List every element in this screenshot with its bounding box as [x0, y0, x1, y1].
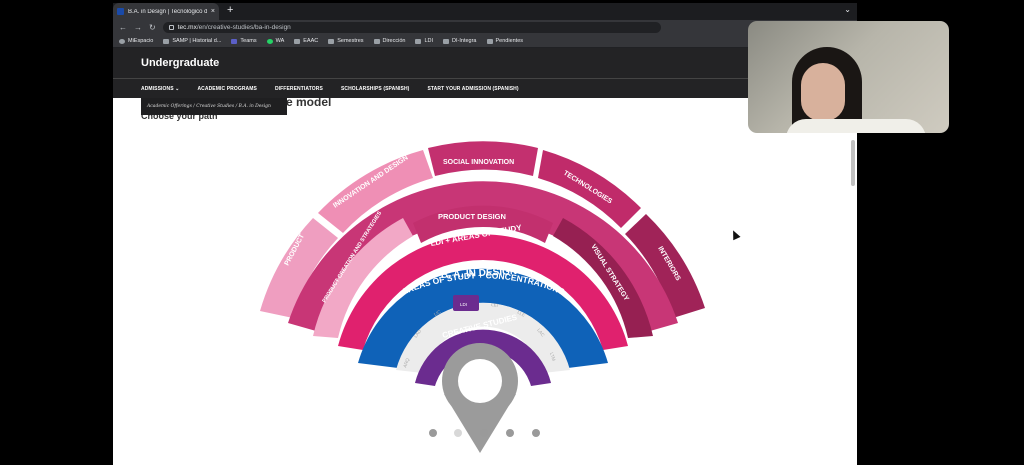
tec-favicon-icon: [117, 8, 124, 15]
teams-icon: [231, 38, 238, 44]
tab-title: B.A. in Design | Tecnológico de: [128, 8, 207, 15]
bookmark-ldi[interactable]: LDI: [415, 38, 433, 44]
reload-icon[interactable]: ↻: [149, 23, 156, 32]
screen: B.A. in Design | Tecnológico de × + ⌄ ← …: [0, 0, 1024, 465]
page-content: e model Choose your path PRODUCT INNOVAT…: [113, 98, 857, 465]
folder-icon: [443, 38, 450, 44]
carousel-dot-4[interactable]: [506, 429, 514, 437]
forward-icon[interactable]: →: [134, 23, 142, 32]
bookmark-samp[interactable]: SAMP | Historial d...: [163, 38, 221, 44]
carousel-dot-3[interactable]: [480, 429, 488, 437]
nav-admissions-label: ADMISSIONS: [141, 85, 174, 92]
bookmark-miespacio[interactable]: MiEspacio: [119, 38, 153, 44]
bookmark-label: DI-Integra: [452, 38, 477, 44]
bookmark-label: Pendientes: [495, 38, 524, 44]
carousel-dot-5[interactable]: [532, 429, 540, 437]
bookmark-label: Semestres: [337, 38, 364, 44]
folder-icon: [373, 38, 380, 44]
folder-icon: [294, 38, 301, 44]
bookmark-eaac[interactable]: EAAC: [294, 38, 318, 44]
browser-tab[interactable]: B.A. in Design | Tecnológico de ×: [113, 3, 219, 20]
bookmark-pendientes[interactable]: Pendientes: [486, 38, 524, 44]
bookmark-semestres[interactable]: Semestres: [328, 38, 364, 44]
bookmark-label: MiEspacio: [128, 38, 154, 44]
browser-toolbar: ← → ↻ tec.mx/en/creative-studies/ba-in-d…: [113, 20, 857, 35]
bookmark-teams[interactable]: Teams: [231, 38, 257, 44]
lock-icon: [168, 25, 174, 30]
breadcrumb-text: Academic Offerings / Creative Studies / …: [147, 104, 271, 109]
page-scrollbar[interactable]: [851, 140, 855, 186]
miespacio-icon: [119, 38, 125, 44]
carousel-dot-1[interactable]: [429, 429, 437, 437]
product-design-label: PRODUCT DESIGN: [438, 212, 506, 221]
nav-admissions[interactable]: ADMISSIONS ⌄: [141, 86, 179, 92]
chevron-down-icon: ⌄: [175, 85, 180, 92]
bookmark-label: WA: [275, 38, 285, 44]
webcam-person-shirt: [786, 119, 926, 133]
breadcrumb[interactable]: Academic Offerings / Creative Studies / …: [141, 98, 287, 115]
bookmark-label: Teams: [240, 38, 257, 44]
new-tab-icon[interactable]: +: [227, 4, 233, 16]
location-pin-icon: [442, 343, 518, 453]
bookmark-label: LDI: [424, 38, 434, 44]
url-path: /en/creative-studies/ba-in-design: [196, 24, 291, 31]
folder-icon: [328, 38, 335, 44]
site-title[interactable]: Undergraduate: [141, 57, 219, 69]
address-bar[interactable]: tec.mx/en/creative-studies/ba-in-design: [162, 22, 661, 33]
whatsapp-icon: [266, 38, 273, 44]
folder-icon: [486, 38, 493, 44]
folder-icon: [163, 38, 170, 44]
bookmark-wa[interactable]: WA: [266, 38, 285, 44]
back-icon[interactable]: ←: [119, 23, 127, 32]
program-label-lei[interactable]: LEI: [491, 302, 498, 308]
bookmark-di-integra[interactable]: DI-Integra: [443, 38, 477, 44]
browser-tab-bar: B.A. in Design | Tecnológico de × + ⌄: [113, 3, 857, 20]
nav-scholarships[interactable]: SCHOLARSHIPS (SPANISH): [341, 86, 410, 92]
folder-icon: [415, 38, 422, 44]
bookmark-label: EAAC: [303, 38, 319, 44]
site-header: Undergraduate: [113, 48, 857, 78]
bookmark-label: SAMP | Historial d...: [172, 38, 222, 44]
study-model-diagram: PRODUCT INNOVATION AND DESIGN SOCIAL INN…: [260, 141, 705, 453]
nav-start-admission[interactable]: START YOUR ADMISSION (SPANISH): [427, 86, 518, 92]
program-label-ldi[interactable]: LDI: [460, 302, 467, 307]
tab-search-chevron-icon[interactable]: ⌄: [844, 5, 851, 14]
bookmarks-bar: MiEspacio SAMP | Historial d... Teams WA…: [113, 35, 857, 48]
nav-differentiators[interactable]: DIFFERENTIATORS: [275, 86, 323, 92]
bookmark-label: Dirección: [382, 38, 406, 44]
url-host: tec.mx: [177, 24, 197, 31]
bookmark-direccion[interactable]: Dirección: [373, 38, 406, 44]
site-nav: ADMISSIONS ⌄ ACADEMIC PROGRAMS DIFFERENT…: [113, 78, 857, 98]
address-url: tec.mx/en/creative-studies/ba-in-design: [178, 24, 291, 31]
nav-academic-programs[interactable]: ACADEMIC PROGRAMS: [197, 86, 256, 92]
close-tab-icon[interactable]: ×: [211, 8, 215, 15]
webcam-video-overlay[interactable]: [748, 21, 949, 133]
outer-label-social: SOCIAL INNOVATION: [443, 159, 514, 166]
carousel-dot-2[interactable]: [454, 429, 462, 437]
webcam-person-face: [801, 63, 845, 121]
